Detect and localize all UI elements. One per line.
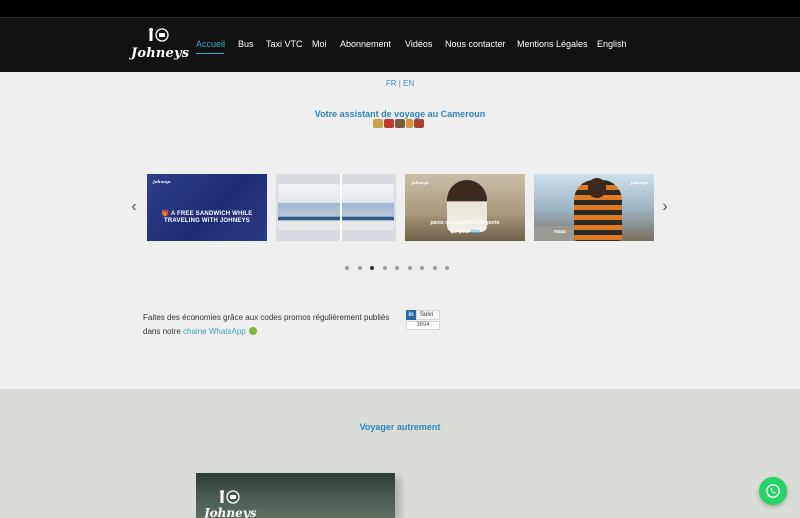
carousel-slide[interactable]: Johneys 🎁 A FREE SANDWICH WHILE TRAVELIN… [147,174,267,241]
nav-videos[interactable]: Vidéos [405,39,432,49]
slide-logo: Johneys [411,180,429,185]
bus-photo [342,184,394,230]
section-title: Voyager autrement [359,422,441,432]
nav-bus[interactable]: Bus [238,39,254,49]
voyager-section [0,389,800,518]
slide-logo: Johneys [153,179,171,184]
page-tagline: Votre assistant de voyage au Cameroun [314,109,486,119]
carousel-dot[interactable] [407,266,412,270]
whatsapp-chat-button[interactable] [759,477,787,505]
carousel-dot[interactable] [420,266,424,270]
nav-nous-contacter[interactable]: Nous contacter [445,39,506,49]
carousel-slide[interactable]: Johneys nous [534,174,654,241]
nav-taxi-vtc[interactable]: Taxi VTC [266,39,303,49]
carousel-dot[interactable] [432,266,437,270]
nav-accueil[interactable]: Accueil [196,39,225,49]
whatsapp-icon [248,327,257,335]
nav-english[interactable]: English [597,39,627,49]
site-logo[interactable]: Johneys [131,26,190,66]
carousel-next-button[interactable]: › [659,199,671,215]
bag-icon [414,119,424,128]
carousel-pagination [345,266,449,270]
linkedin-icon: in [406,310,416,320]
carousel-slide[interactable]: Johneys parce que, derrière n'importe qu… [405,174,525,241]
nav-moi[interactable]: Moi [312,39,327,49]
sandwich-icon [406,119,413,128]
carousel-dot[interactable] [445,266,449,270]
top-strip [0,0,800,18]
carousel-dot[interactable] [357,266,362,270]
language-switch[interactable]: FR | EN [0,79,800,88]
johneys-logo-icon [149,28,169,42]
slide-logo: Johneys [630,180,649,185]
carousel-slide[interactable] [276,174,396,241]
linkedin-follow-button[interactable]: Suivi [416,310,440,320]
slide-caption: 🎁 A FREE SANDWICH WHILE TRAVELING WITH J… [161,211,253,224]
carousel-dot[interactable] [395,266,399,270]
linkedin-follow-widget[interactable]: in Suivi 3694 [406,310,440,330]
taxi-icon [373,119,383,128]
carousel-dot[interactable] [370,266,374,270]
carousel-prev-button[interactable]: ‹ [128,199,140,215]
video-card[interactable]: Johneys [196,473,395,518]
carousel-dot[interactable] [345,266,349,270]
nav-mentions-legales[interactable]: Mentions Légales [517,39,588,49]
whatsapp-icon [766,484,780,498]
tagline-emojis [373,119,424,129]
johneys-logo-icon [220,490,240,504]
linkedin-follower-count: 3694 [406,321,440,330]
whatsapp-channel-link[interactable]: chaine WhatsApp [183,327,246,336]
carousel-dot[interactable] [382,266,387,270]
bus-photo [278,184,340,230]
card-wordmark: Johneys [204,506,257,518]
promo-text: Faites des économies grâce aux codes pro… [143,313,390,336]
slide-caption: parce que, derrière n'importe qui peut ê… [430,220,500,235]
nav-active-underline [196,53,224,54]
site-header: Johneys Accueil Bus Taxi VTC Moi Abonnem… [0,18,800,72]
bus-icon [395,119,405,128]
slide-caption: nous [554,229,566,235]
car-icon [384,119,394,128]
nav-abonnement[interactable]: Abonnement [340,39,391,49]
logo-wordmark: Johneys [131,46,190,61]
